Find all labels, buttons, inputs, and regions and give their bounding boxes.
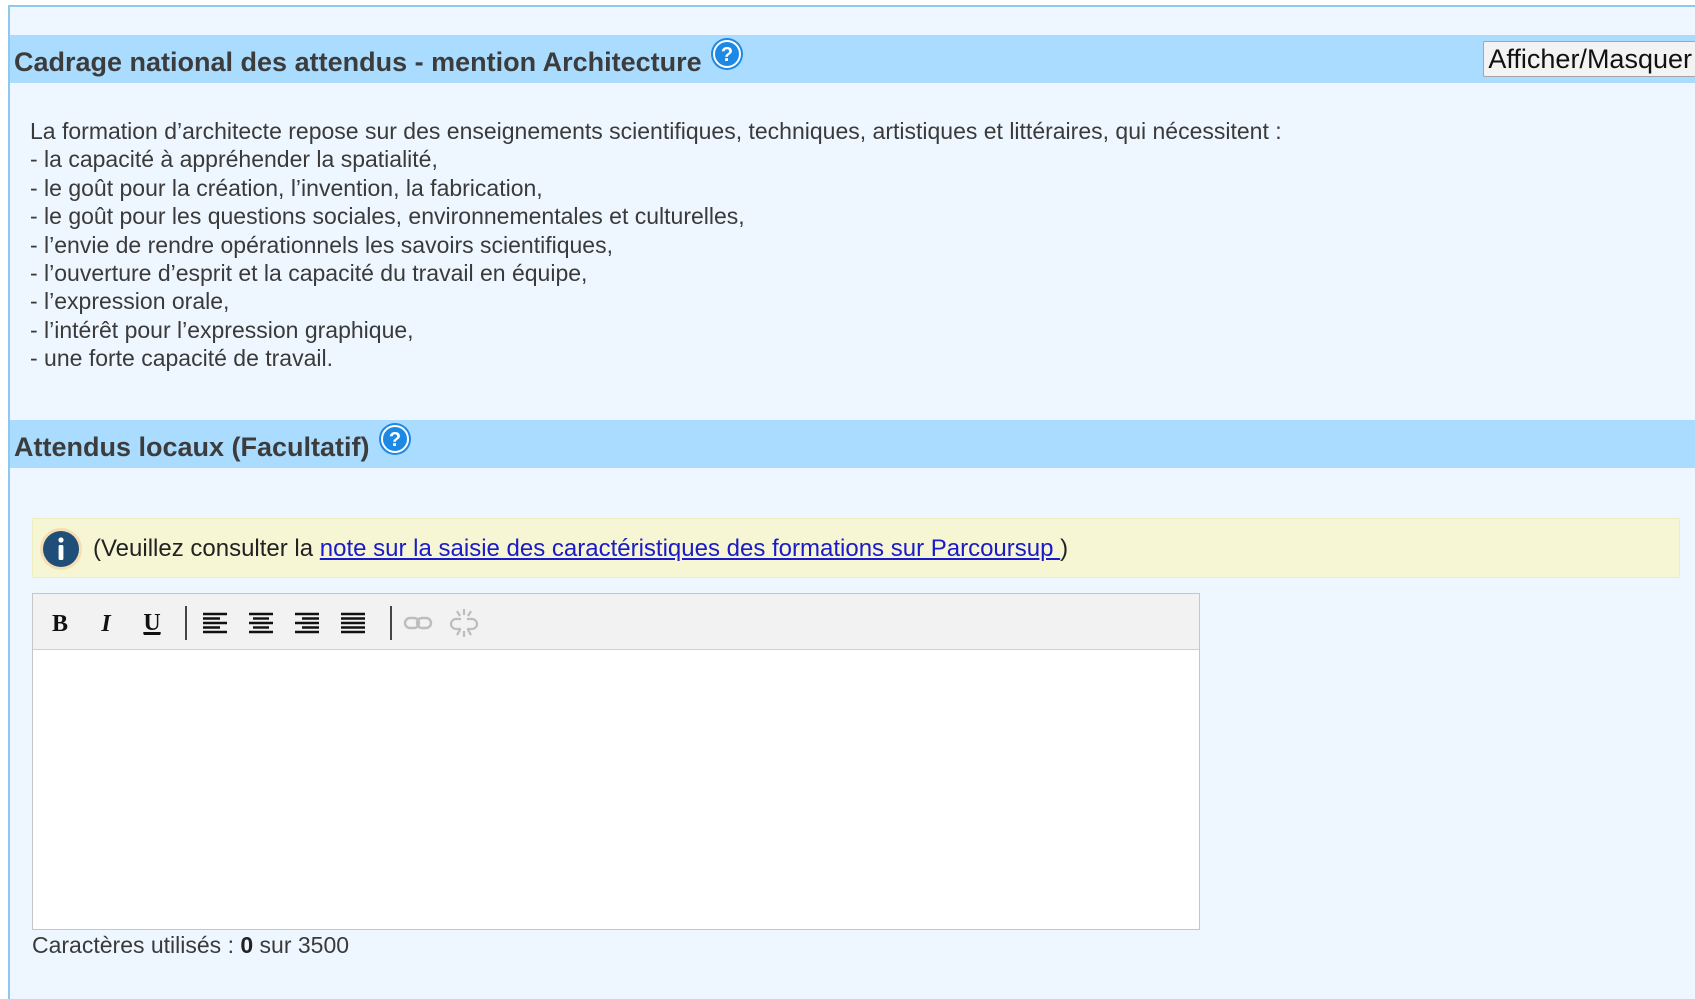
align-center-icon [249,612,273,634]
italic-glyph: I [100,611,112,637]
char-count-suffix: sur 3500 [253,932,350,958]
align-right-icon [295,612,319,634]
editor-textarea[interactable] [33,650,1199,930]
justify-button[interactable] [336,606,370,640]
local-section-title: Attendus locaux (Facultatif) ? [14,423,412,463]
svg-text:?: ? [721,44,733,66]
description-line: - l’expression orale, [30,288,230,315]
description-line: - l’ouverture d’esprit et la capacité du… [30,260,588,287]
form-panel: Cadrage national des attendus - mention … [8,5,1695,999]
toolbar-separator [185,606,187,640]
align-left-icon [203,612,227,634]
rich-text-editor: B I U [32,593,1200,930]
toolbar-separator [390,606,392,640]
svg-text:?: ? [388,429,400,451]
description-line: - l’intérêt pour l’expression graphique, [30,316,414,343]
description-line: - le goût pour la création, l’invention,… [30,174,543,201]
info-icon [39,527,83,571]
description-line: - l’envie de rendre opérationnels les sa… [30,231,613,258]
align-left-button[interactable] [198,606,232,640]
justify-icon [341,612,365,634]
editor-toolbar: B I U [33,594,1199,650]
toggle-visibility-button[interactable]: Afficher/Masquer [1483,41,1695,77]
char-count-used: 0 [240,932,254,958]
parcoursup-note-link[interactable]: note sur la saisie des caractéristiques … [320,535,1060,562]
description-line: - le goût pour les questions sociales, e… [30,203,745,230]
link-icon [403,616,433,630]
description-line: - la capacité à appréhender la spatialit… [30,146,438,173]
align-center-button[interactable] [244,606,278,640]
unlink-icon [449,609,479,637]
underline-button[interactable]: U [135,606,169,640]
help-icon[interactable]: ? [378,422,412,456]
info-notice: (Veuillez consulter la note sur la saisi… [32,518,1680,578]
align-right-button[interactable] [290,606,324,640]
description-line: La formation d’architecte repose sur des… [30,118,1282,144]
info-prefix: (Veuillez consulter la [93,535,320,562]
info-text: (Veuillez consulter la note sur la saisi… [93,535,1068,563]
bold-glyph: B [52,611,68,637]
underline-glyph: U [143,610,160,636]
info-suffix: ) [1060,535,1069,562]
local-section-header: Attendus locaux (Facultatif) ? [10,420,1695,468]
italic-button[interactable]: I [89,606,123,640]
national-description: La formation d’architecte repose sur des… [30,117,1282,373]
insert-link-button[interactable] [401,606,435,640]
char-count-prefix: Caractères utilisés : [32,932,241,958]
national-section-title: Cadrage national des attendus - mention … [14,38,744,78]
help-icon[interactable]: ? [710,37,744,71]
local-title-text: Attendus locaux (Facultatif) [14,432,370,462]
character-counter: Caractères utilisés : 0 sur 3500 [32,932,349,959]
national-section-header: Cadrage national des attendus - mention … [10,35,1695,83]
national-title-text: Cadrage national des attendus - mention … [14,47,702,77]
description-line: - une forte capacité de travail. [30,345,333,372]
bold-button[interactable]: B [43,606,77,640]
remove-link-button[interactable] [447,606,481,640]
